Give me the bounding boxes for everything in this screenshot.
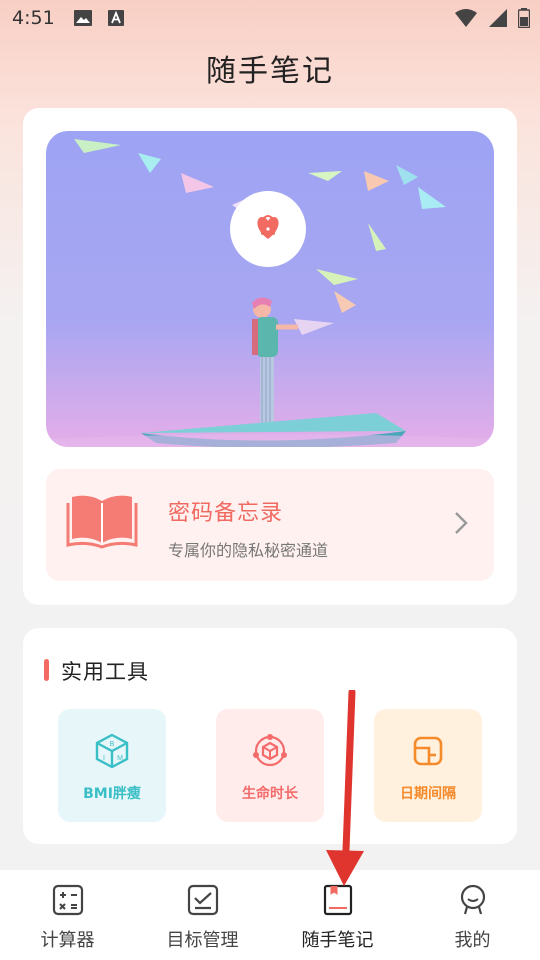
profile-icon [457,884,489,920]
life-orbit-icon [252,733,288,769]
bmi-cube-icon: B I M [95,733,129,769]
banner-illustration [46,131,494,447]
tab-goal-management-label: 目标管理 [166,930,239,951]
chevron-right-icon [454,511,468,539]
tool-date-interval[interactable]: 日期间隔 [374,709,482,822]
memo-subtitle: 专属你的隐私秘密通道 [168,541,329,560]
tool-life-span-label: 生命时长 [242,786,298,802]
tab-profile-label: 我的 [454,930,491,951]
bottom-tab-bar: 计算器 目标管理 随手笔记 我的 [0,870,540,960]
tools-section-title: 实用工具 [61,660,149,684]
tools-card: 实用工具 B I M BMI胖瘦 生命时长 日期间隔 [23,628,517,844]
svg-text:M: M [117,755,123,762]
tool-bmi[interactable]: B I M BMI胖瘦 [58,709,166,822]
password-memo-entry[interactable]: 密码备忘录 专属你的隐私秘密通道 [46,469,494,581]
svg-text:B: B [110,741,115,748]
calculator-icon [52,884,84,920]
tool-date-interval-label: 日期间隔 [400,786,456,802]
checklist-icon [187,884,219,920]
status-time: 4:51 [12,7,55,29]
wifi-icon [454,8,478,33]
tab-profile[interactable]: 我的 [405,870,540,960]
memo-title: 密码备忘录 [168,501,284,526]
tab-notes-label: 随手笔记 [301,930,374,951]
gallery-icon [73,9,93,27]
page-title: 随手笔记 [206,54,334,89]
tool-bmi-label: BMI胖瘦 [83,786,141,802]
svg-text:I: I [103,755,105,762]
date-interval-icon [412,733,444,769]
tab-calculator[interactable]: 计算器 [0,870,135,960]
battery-icon [517,8,531,33]
annotation-arrow [320,688,368,894]
book-icon [66,491,138,553]
signal-icon [488,8,508,33]
tool-life-span[interactable]: 生命时长 [216,709,324,822]
status-bar: 4:51 [0,0,540,36]
tab-calculator-label: 计算器 [40,930,95,951]
notes-card: 密码备忘录 专属你的隐私秘密通道 [23,108,517,605]
tab-goal-management[interactable]: 目标管理 [135,870,270,960]
section-marker [44,659,49,681]
font-download-icon [107,9,125,27]
